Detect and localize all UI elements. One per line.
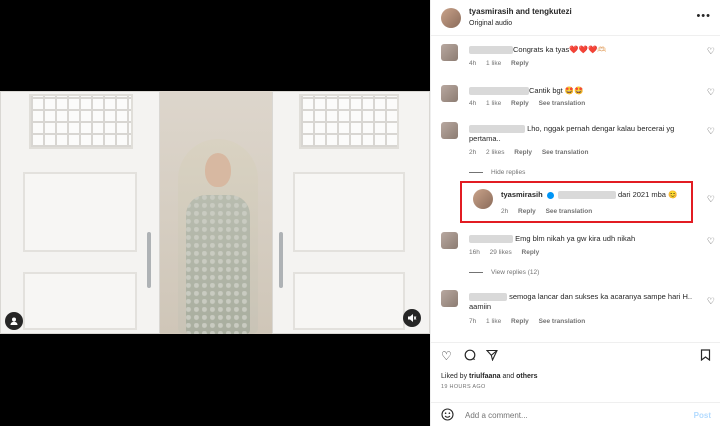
avatar[interactable] — [441, 44, 458, 61]
reply-button[interactable]: Reply — [522, 249, 540, 256]
comment-time: 4h — [469, 60, 477, 67]
dress — [186, 195, 250, 334]
blurred-username — [469, 125, 525, 134]
door-handle — [147, 232, 151, 288]
emoji-icon[interactable] — [441, 408, 454, 424]
avatar[interactable] — [441, 122, 458, 139]
comment-text: Lho, nggak pernah dengar kalau bercerai … — [469, 124, 694, 144]
comment-likes[interactable]: 1 like — [486, 318, 501, 325]
comment-text: Emg blm nikah ya gw kira udh nikah — [469, 234, 689, 244]
door-window — [29, 94, 133, 149]
heart-icon[interactable]: ♡ — [707, 194, 715, 205]
user-icon[interactable] — [5, 312, 23, 330]
heart-icon[interactable]: ♡ — [441, 349, 452, 363]
comment-meta: 2h 2 likes Reply See translation — [469, 149, 596, 156]
blurred-username — [469, 46, 513, 55]
comment-likes[interactable]: 29 likes — [490, 249, 512, 256]
comment-time: 7h — [469, 318, 477, 325]
heart-icon[interactable]: ♡ — [707, 87, 715, 98]
comment-meta: 7h 1 like Reply See translation — [469, 318, 593, 325]
comment-icon[interactable] — [464, 349, 476, 364]
blurred-username — [469, 87, 529, 96]
comment-meta: 4h 1 like Reply — [469, 60, 537, 67]
comment-time: 4h — [469, 100, 477, 107]
avatar[interactable] — [441, 8, 461, 28]
post-media[interactable] — [0, 0, 430, 426]
blurred-username — [469, 235, 513, 244]
mute-icon[interactable] — [403, 309, 421, 327]
heart-icon[interactable]: ♡ — [707, 236, 715, 247]
comment-time: 2h — [469, 149, 477, 156]
view-replies-link[interactable]: View replies (12) — [469, 269, 539, 276]
reply-button[interactable]: Reply — [511, 60, 529, 67]
liked-by-user[interactable]: triulfaana — [469, 373, 501, 380]
see-translation-button[interactable]: See translation — [539, 100, 586, 107]
share-icon[interactable] — [485, 349, 498, 364]
door-panel — [23, 272, 137, 330]
liked-by-others[interactable]: others — [516, 373, 537, 380]
highlight-box — [460, 181, 693, 223]
audio-label[interactable]: Original audio — [469, 20, 512, 27]
door-panel — [23, 172, 137, 252]
action-bar: ♡ — [431, 342, 720, 364]
liked-by: Liked by triulfaana and others — [441, 373, 538, 380]
door-handle — [279, 232, 283, 288]
avatar[interactable] — [441, 232, 458, 249]
heart-icon[interactable]: ♡ — [707, 46, 715, 57]
comment-likes[interactable]: 1 like — [486, 60, 501, 67]
comment-body: Emg blm nikah ya gw kira udh nikah — [515, 234, 636, 243]
comment-likes[interactable]: 1 like — [486, 100, 501, 107]
comment-text: semoga lancar dan sukses ka acaranya sam… — [469, 292, 694, 312]
liked-by-and: and — [500, 373, 517, 380]
see-translation-button[interactable]: See translation — [542, 149, 589, 156]
hide-replies-link[interactable]: Hide replies — [469, 169, 525, 176]
video-frame[interactable] — [0, 91, 430, 334]
comment-text: Cantik bgt 🤩🤩 — [469, 86, 689, 96]
avatar[interactable] — [441, 290, 458, 307]
face — [205, 153, 231, 187]
post-button[interactable]: Post — [694, 411, 711, 420]
reply-button[interactable]: Reply — [511, 318, 529, 325]
door-panel — [293, 172, 405, 252]
reply-button[interactable]: Reply — [511, 100, 529, 107]
see-translation-button[interactable]: See translation — [539, 318, 586, 325]
comment-time: 16h — [469, 249, 480, 256]
comment-text: Congrats ka tyas❤️❤️❤️🫶🏻 — [469, 45, 689, 55]
avatar[interactable] — [441, 85, 458, 102]
left-door — [0, 91, 160, 334]
door-window — [299, 94, 399, 149]
comment-meta: 4h 1 like Reply See translation — [469, 100, 593, 107]
liked-by-prefix: Liked by — [441, 373, 470, 380]
door-panel — [293, 272, 405, 330]
add-comment-row: Post — [431, 402, 720, 426]
bookmark-icon[interactable] — [700, 349, 711, 364]
heart-icon[interactable]: ♡ — [707, 126, 715, 137]
post-header: tyasmirasih and tengkutezi Original audi… — [431, 0, 720, 36]
comment-body: Congrats ka tyas❤️❤️❤️🫶🏻 — [513, 45, 607, 54]
comment-input[interactable] — [465, 411, 665, 420]
heart-icon[interactable]: ♡ — [707, 296, 715, 307]
more-icon[interactable]: ••• — [696, 10, 711, 22]
comment-meta: 16h 29 likes Reply — [469, 249, 547, 256]
woman-figure — [170, 139, 265, 334]
post-time[interactable]: 19 HOURS AGO — [441, 384, 486, 390]
comment-body: Cantik bgt 🤩🤩 — [529, 86, 584, 95]
comment-likes[interactable]: 2 likes — [486, 149, 504, 156]
header-username[interactable]: tyasmirasih and tengkutezi — [469, 7, 572, 16]
reply-button[interactable]: Reply — [514, 149, 532, 156]
blurred-username — [469, 293, 507, 302]
right-door — [272, 91, 430, 334]
